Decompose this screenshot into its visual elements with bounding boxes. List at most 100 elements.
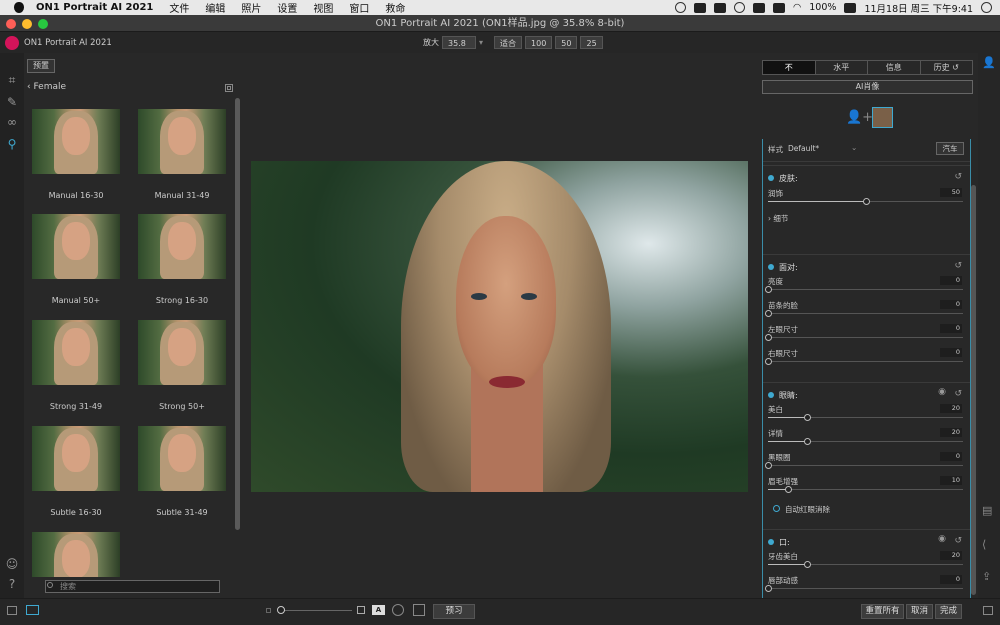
eye-add-icon[interactable]: ◉ bbox=[938, 387, 946, 397]
add-face-icon[interactable]: 👤+ bbox=[846, 110, 873, 125]
brush-mask-icon[interactable] bbox=[413, 604, 425, 616]
print-icon[interactable]: ▤ bbox=[982, 504, 994, 517]
export-icon[interactable]: ⇪ bbox=[982, 570, 994, 583]
preset-thumbnail[interactable] bbox=[32, 532, 120, 577]
menu-settings[interactable]: 设置 bbox=[277, 0, 297, 15]
slider-track[interactable] bbox=[765, 462, 963, 469]
right-panel-toggle-icon[interactable] bbox=[983, 606, 993, 615]
preset-thumbnail[interactable] bbox=[32, 426, 120, 491]
reset-icon[interactable]: ↺ bbox=[954, 261, 962, 271]
reset-all-button[interactable]: 重置所有 bbox=[861, 604, 904, 619]
slider-track[interactable] bbox=[768, 561, 963, 568]
settings-scrollbar[interactable] bbox=[971, 185, 976, 595]
slider-value[interactable]: 50 bbox=[940, 188, 962, 197]
preset-thumbnail[interactable] bbox=[138, 426, 226, 491]
slider-knob[interactable] bbox=[765, 310, 772, 317]
tab-levels[interactable]: 水平 bbox=[816, 61, 868, 74]
redeye-radio[interactable] bbox=[773, 505, 780, 512]
menu-window[interactable]: 窗口 bbox=[349, 0, 369, 15]
mask-icon[interactable] bbox=[392, 604, 404, 616]
portrait-user-icon[interactable]: 👤 bbox=[982, 56, 996, 69]
slider-value[interactable]: 20 bbox=[940, 428, 962, 437]
slider-value[interactable]: 0 bbox=[940, 452, 962, 461]
done-button[interactable]: 完成 bbox=[935, 604, 962, 619]
menu-view[interactable]: 视图 bbox=[313, 0, 333, 15]
menu-file[interactable]: 文件 bbox=[169, 0, 189, 15]
tab-none[interactable]: 不 bbox=[763, 61, 816, 74]
tab-info[interactable]: 信息 bbox=[868, 61, 921, 74]
zoom-dropdown-icon[interactable]: ▾ bbox=[479, 38, 483, 47]
compare-view-icon[interactable] bbox=[26, 605, 39, 615]
slider-knob[interactable] bbox=[765, 334, 772, 341]
zoom-50-button[interactable]: 50 bbox=[555, 36, 578, 49]
eyes-toggle-icon[interactable] bbox=[768, 392, 774, 398]
slider-knob[interactable] bbox=[804, 414, 811, 421]
close-window-icon[interactable] bbox=[6, 19, 16, 29]
back-to-categories[interactable]: ‹ Female bbox=[27, 82, 66, 92]
preset-thumbnail[interactable] bbox=[32, 109, 120, 174]
style-dropdown-icon[interactable]: ⌄ bbox=[851, 143, 857, 152]
status-check-icon[interactable] bbox=[674, 2, 686, 13]
zoom-25-button[interactable]: 25 bbox=[580, 36, 603, 49]
slider-value[interactable]: 0 bbox=[940, 575, 962, 584]
slider-track[interactable] bbox=[765, 310, 963, 317]
zoom-select[interactable]: 35.8 bbox=[442, 36, 476, 49]
zoom-fit-button[interactable]: 适合 bbox=[494, 36, 523, 49]
preset-thumbnail[interactable] bbox=[138, 109, 226, 174]
slider-track[interactable] bbox=[768, 486, 963, 493]
crop-icon[interactable]: ⌗ bbox=[5, 73, 19, 87]
battery-icon[interactable] bbox=[844, 2, 857, 13]
reset-icon[interactable]: ↺ bbox=[954, 536, 962, 546]
menu-help[interactable]: 救命 bbox=[385, 0, 405, 15]
presets-scrollbar[interactable] bbox=[235, 98, 240, 530]
small-thumb-icon[interactable] bbox=[266, 608, 271, 613]
mouth-section[interactable]: 口: bbox=[768, 537, 790, 548]
face-tool-icon[interactable]: ⚲ bbox=[5, 137, 19, 151]
presets-button[interactable]: 预置 bbox=[27, 59, 55, 73]
lips-add-icon[interactable]: ◉ bbox=[938, 534, 946, 544]
text-overlay-icon[interactable]: A bbox=[372, 605, 385, 615]
slider-knob[interactable] bbox=[784, 486, 792, 493]
eyes-section[interactable]: 眼睛: bbox=[768, 390, 798, 401]
slider-track[interactable] bbox=[768, 438, 963, 445]
grid-view-icon[interactable] bbox=[225, 84, 233, 92]
slider-knob[interactable] bbox=[765, 585, 772, 592]
zoom-window-icon[interactable] bbox=[38, 19, 48, 29]
slider-knob[interactable] bbox=[765, 286, 772, 293]
slider-knob[interactable] bbox=[765, 358, 772, 365]
face-section[interactable]: 面对: bbox=[768, 262, 798, 273]
slider-track[interactable] bbox=[765, 358, 963, 365]
slider-knob[interactable] bbox=[862, 198, 870, 205]
slider-value[interactable]: 20 bbox=[940, 404, 962, 413]
preview-button[interactable]: 预习 bbox=[433, 604, 475, 619]
menu-app-name[interactable]: ON1 Portrait AI 2021 bbox=[36, 2, 153, 13]
slider-value[interactable]: 0 bbox=[940, 276, 962, 285]
menu-photo[interactable]: 照片 bbox=[241, 0, 261, 15]
detail-expander[interactable]: › 细节 bbox=[768, 213, 788, 224]
left-panel-toggle-icon[interactable] bbox=[7, 606, 17, 615]
preset-thumbnail[interactable] bbox=[138, 214, 226, 279]
preset-thumbnail[interactable] bbox=[32, 320, 120, 385]
face-toggle-icon[interactable] bbox=[768, 264, 774, 270]
zoom-100-button[interactable]: 100 bbox=[525, 36, 553, 49]
large-thumb-icon[interactable] bbox=[357, 606, 365, 614]
ai-portrait-button[interactable]: AI肖像 bbox=[762, 80, 973, 94]
cancel-button[interactable]: 取消 bbox=[906, 604, 933, 619]
skin-toggle-icon[interactable] bbox=[768, 175, 774, 181]
user-menu-icon[interactable] bbox=[981, 2, 992, 13]
camera-icon[interactable] bbox=[752, 2, 765, 13]
tab-history[interactable]: 历史 ↺ bbox=[921, 61, 973, 74]
slider-knob[interactable] bbox=[804, 438, 811, 445]
chevron-icon[interactable] bbox=[713, 2, 726, 13]
skin-section[interactable]: 皮肤: bbox=[768, 173, 798, 184]
sync-icon[interactable] bbox=[733, 2, 745, 13]
slider-track[interactable] bbox=[765, 286, 963, 293]
slider-value[interactable]: 0 bbox=[940, 348, 962, 357]
reset-icon[interactable]: ↺ bbox=[954, 172, 962, 182]
portrait-photo[interactable] bbox=[251, 161, 748, 492]
retouch-icon[interactable]: ∞ bbox=[5, 115, 19, 129]
shield-icon[interactable] bbox=[693, 2, 706, 13]
clock-text[interactable]: 11月18日 周三 下午9:41 bbox=[864, 1, 973, 15]
slider-track[interactable] bbox=[765, 334, 963, 341]
preset-search-input[interactable]: 搜索 bbox=[45, 580, 220, 593]
